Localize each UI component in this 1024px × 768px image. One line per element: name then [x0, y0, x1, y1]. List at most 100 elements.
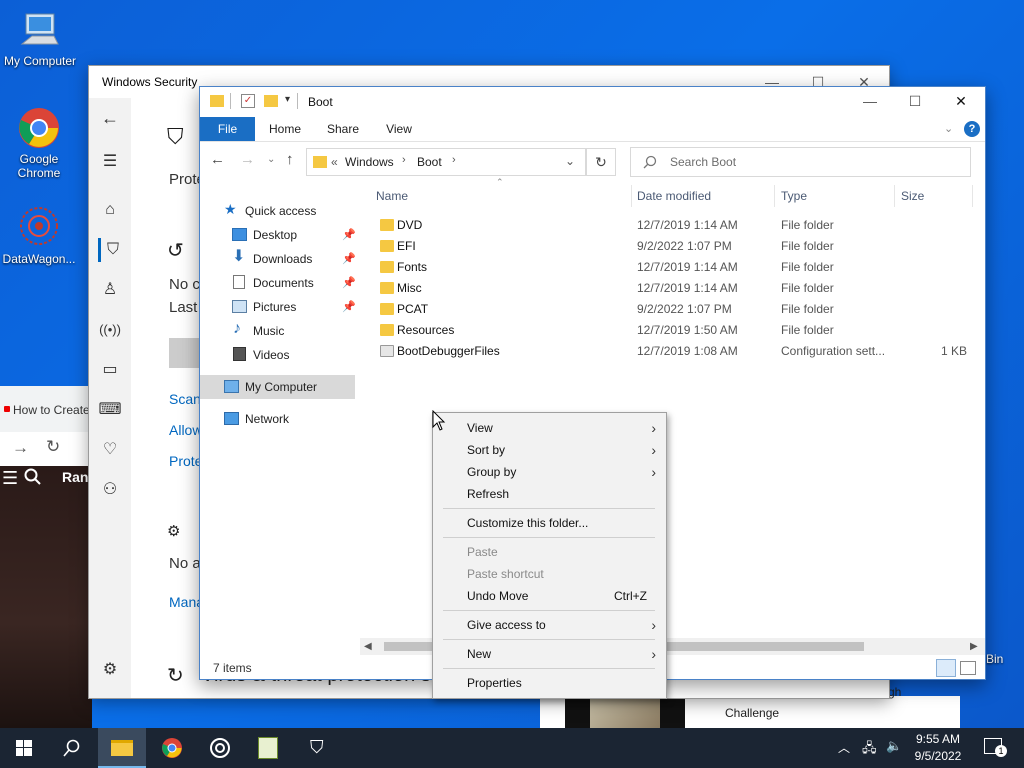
protection-history-link[interactable]: Prote	[169, 453, 202, 469]
menu-item-properties[interactable]: Properties	[433, 672, 666, 694]
column-divider[interactable]	[894, 185, 895, 207]
chevron-up-icon[interactable]: ︿	[838, 739, 850, 756]
expand-ribbon-icon[interactable]: ⌄	[944, 122, 953, 135]
recycle-bin-label[interactable]: Bin	[986, 652, 1003, 666]
search-box[interactable]: Search Boot	[630, 147, 971, 177]
nav-item-desktop[interactable]: Desktop 📌	[200, 223, 356, 247]
back-arrow-icon[interactable]: ←	[98, 106, 122, 130]
file-row[interactable]: BootDebuggerFiles 12/7/2019 1:08 AM Conf…	[376, 341, 976, 362]
task-manager-taskbar-button[interactable]	[244, 728, 292, 768]
reload-icon[interactable]: ↻	[46, 437, 60, 457]
forward-button[interactable]: →	[240, 151, 255, 168]
pin-icon[interactable]: 📌	[342, 247, 356, 271]
home-icon[interactable]: ⌂	[98, 198, 122, 222]
nav-item-downloads[interactable]: ⬇ Downloads 📌	[200, 247, 356, 271]
video-frame[interactable]: ☰ Ran	[0, 466, 92, 728]
menu-item-new[interactable]: New ›	[433, 643, 666, 665]
desktop-icon-my-computer[interactable]: My Computer	[0, 8, 80, 68]
menu-item-view[interactable]: View ›	[433, 417, 666, 439]
minimize-button[interactable]: —	[847, 87, 893, 117]
menu-icon[interactable]: ☰	[2, 466, 18, 490]
nav-item-quick-access[interactable]: ★ Quick access	[200, 199, 356, 223]
properties-quick-icon[interactable]: ✓	[241, 94, 255, 108]
breadcrumb-overflow[interactable]: «	[331, 155, 338, 169]
file-row[interactable]: Resources 12/7/2019 1:50 AM File folder	[376, 320, 976, 341]
browser-tab[interactable]: How to Create	[0, 386, 92, 433]
volume-icon[interactable]: 🔈	[886, 738, 902, 754]
family-icon[interactable]: ⚇	[98, 478, 122, 502]
settings-gear-icon[interactable]: ⚙	[98, 658, 122, 682]
maximize-button[interactable]: ☐	[892, 87, 938, 117]
background-video-card[interactable]: Challenge gh	[540, 685, 960, 728]
account-icon[interactable]: ♙	[98, 278, 122, 302]
details-view-icon[interactable]	[936, 659, 956, 677]
quick-scan-button[interactable]	[169, 338, 199, 368]
ribbon-tab-share[interactable]: Share	[318, 117, 368, 141]
nav-item-documents[interactable]: Documents 📌	[200, 271, 356, 295]
chevron-right-icon[interactable]: ›	[452, 154, 456, 166]
desktop-icon-chrome[interactable]: Google Chrome	[0, 106, 78, 180]
file-row[interactable]: EFI 9/2/2022 1:07 PM File folder	[376, 236, 976, 257]
menu-item-undo-move[interactable]: Undo Move Ctrl+Z	[433, 585, 666, 607]
breadcrumb-windows[interactable]: Windows	[345, 155, 394, 169]
pin-icon[interactable]: 📌	[342, 223, 356, 247]
shield-icon[interactable]: ⛉	[98, 238, 125, 262]
new-folder-quick-icon[interactable]	[264, 95, 278, 107]
file-row[interactable]: Misc 12/7/2019 1:14 AM File folder	[376, 278, 976, 299]
hamburger-icon[interactable]: ☰	[98, 150, 122, 174]
file-explorer-taskbar-button[interactable]	[98, 728, 146, 768]
device-security-icon[interactable]: ⌨	[98, 398, 122, 422]
start-button[interactable]	[0, 728, 48, 768]
chevron-right-icon[interactable]: ›	[402, 154, 406, 166]
close-button[interactable]: ✕	[938, 87, 984, 117]
large-icons-view-icon[interactable]	[960, 661, 976, 675]
back-button[interactable]: ←	[210, 151, 225, 168]
quick-access-dropdown-icon[interactable]: ▾	[285, 94, 290, 105]
windows-security-taskbar-button[interactable]: ⛉	[294, 728, 342, 768]
network-tray-icon[interactable]: 🖧	[862, 739, 877, 761]
file-row[interactable]: DVD 12/7/2019 1:14 AM File folder	[376, 215, 976, 236]
column-divider[interactable]	[631, 185, 632, 207]
notification-icon[interactable]: 1	[984, 738, 1007, 757]
allowed-threats-link[interactable]: Allow	[169, 422, 202, 438]
column-divider[interactable]	[774, 185, 775, 207]
column-date-modified[interactable]: Date modified	[637, 183, 711, 209]
column-name[interactable]: Name	[376, 183, 408, 209]
nav-item-my-computer[interactable]: My Computer	[200, 375, 355, 399]
menu-item-customize-folder[interactable]: Customize this folder...	[433, 512, 666, 534]
explorer-titlebar[interactable]: ✓ ▾ Boot — ☐ ✕	[200, 87, 985, 117]
ribbon-tab-home[interactable]: Home	[260, 117, 310, 141]
scan-options-link[interactable]: Scan	[169, 391, 201, 407]
address-bar[interactable]: « Windows › Boot › ⌄	[306, 148, 586, 176]
nav-item-videos[interactable]: Videos	[200, 343, 356, 367]
firewall-icon[interactable]: ((•))	[98, 318, 122, 342]
file-row[interactable]: PCAT 9/2/2022 1:07 PM File folder	[376, 299, 976, 320]
menu-item-give-access[interactable]: Give access to ›	[433, 614, 666, 636]
help-icon[interactable]: ?	[964, 121, 980, 137]
pin-icon[interactable]: 📌	[342, 295, 356, 319]
health-icon[interactable]: ♡	[98, 438, 122, 462]
app-browser-icon[interactable]: ▭	[98, 358, 122, 382]
clock[interactable]: 9:55 AM 9/5/2022	[905, 731, 971, 765]
search-icon[interactable]	[24, 468, 42, 489]
forward-arrow-icon[interactable]: →	[12, 438, 29, 458]
ribbon-tab-view[interactable]: View	[374, 117, 424, 141]
file-row[interactable]: Fonts 12/7/2019 1:14 AM File folder	[376, 257, 976, 278]
recent-locations-icon[interactable]: ⌄	[267, 154, 275, 165]
menu-item-group-by[interactable]: Group by ›	[433, 461, 666, 483]
ribbon-tab-file[interactable]: File	[200, 117, 255, 141]
menu-item-sort-by[interactable]: Sort by ›	[433, 439, 666, 461]
nav-item-music[interactable]: ♪ Music	[200, 319, 356, 343]
chrome-taskbar-button[interactable]	[148, 728, 196, 768]
desktop-icon-datawagon[interactable]: DataWagon...	[0, 206, 78, 266]
column-divider[interactable]	[972, 185, 973, 207]
menu-item-refresh[interactable]: Refresh	[433, 483, 666, 505]
breadcrumb-boot[interactable]: Boot	[417, 155, 442, 169]
nav-item-network[interactable]: Network	[200, 407, 356, 431]
media-app-taskbar-button[interactable]	[196, 728, 244, 768]
address-dropdown-icon[interactable]: ⌄	[565, 154, 575, 168]
pin-icon[interactable]: 📌	[342, 271, 356, 295]
search-button[interactable]	[48, 728, 96, 768]
scroll-right-icon[interactable]: ▶	[970, 638, 978, 655]
scroll-left-icon[interactable]: ◀	[364, 638, 372, 655]
